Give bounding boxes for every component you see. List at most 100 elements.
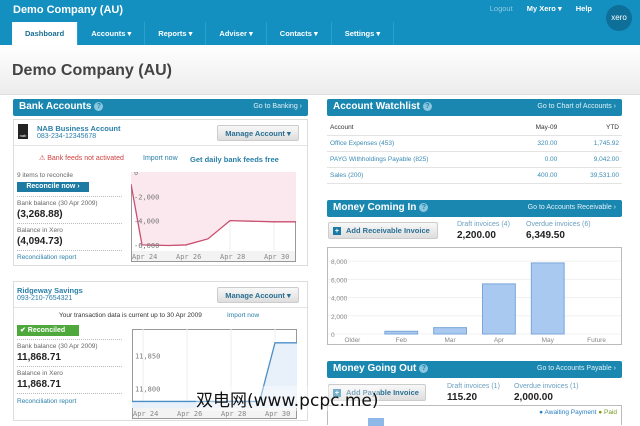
- bank-balance-label: Bank balance (30 Apr 2009): [17, 200, 98, 207]
- account-link[interactable]: PAYG Withholdings Payable (825): [327, 151, 512, 168]
- y-tick-label: 11,850: [135, 352, 160, 360]
- cell: 39,531.00: [560, 167, 622, 184]
- draft-invoices-value: 115.20: [447, 392, 478, 403]
- logout-link[interactable]: Logout: [490, 4, 513, 13]
- y-tick-label: -2,000: [134, 193, 159, 201]
- watchlist-header: Account Watchlist? Go to Chart of Accoun…: [327, 99, 622, 116]
- x-tick-label: May: [542, 337, 555, 344]
- table-row[interactable]: PAYG Withholdings Payable (825) 0.00 9,042…: [327, 151, 622, 168]
- account-name[interactable]: NAB Business Account: [37, 124, 121, 133]
- bar: [433, 327, 467, 335]
- tab-accounts[interactable]: Accounts ▾: [78, 22, 146, 45]
- nab-balance-chart: 0 -2,000 -4,000 -6,000 Apr 24 Apr 26 Apr 28 Apr…: [131, 172, 296, 262]
- reconciliation-report-link[interactable]: Reconciliation report: [17, 398, 76, 405]
- page-title: Demo Company (AU): [12, 62, 173, 79]
- x-tick-label: Apr 24: [132, 253, 157, 261]
- tab-contacts[interactable]: Contacts ▾: [267, 22, 332, 45]
- xero-balance-value: 11,868.71: [17, 379, 61, 390]
- manage-account-button[interactable]: Manage Account ▾: [217, 125, 299, 141]
- org-name[interactable]: Demo Company (AU): [13, 4, 123, 16]
- draft-invoices-value: 2,200.00: [457, 230, 496, 241]
- import-now-link[interactable]: Import now: [227, 312, 259, 319]
- go-to-banking-link[interactable]: Go to Banking ›: [253, 103, 302, 110]
- watermark: 双电网(www.pcpc.me): [196, 386, 379, 411]
- overdue-invoices-label[interactable]: Overdue invoices (6): [526, 221, 591, 228]
- top-bar: Demo Company (AU) Logout My Xero ▾ Help …: [0, 0, 640, 45]
- bar: [482, 283, 516, 335]
- tab-reports[interactable]: Reports ▾: [145, 22, 207, 45]
- nab-logo: nab: [18, 124, 28, 139]
- account-number: 093-210-7654321: [17, 295, 73, 302]
- x-tick-label: Apr 28: [220, 253, 245, 261]
- my-xero-menu[interactable]: My Xero ▾: [527, 4, 562, 13]
- import-now-link[interactable]: Import now: [143, 155, 178, 162]
- bank-balance-label: Bank balance (30 Apr 2009): [17, 343, 98, 350]
- help-icon[interactable]: ?: [419, 364, 429, 373]
- watchlist-table: Account May-09 YTD Office Expenses (453) 32…: [327, 120, 622, 184]
- overdue-invoices-value: 6,349.50: [526, 230, 565, 241]
- bank-balance-value: 11,868.71: [17, 352, 61, 363]
- main-nav: Dashboard Accounts ▾ Reports ▾ Adviser ▾…: [12, 22, 395, 45]
- y-tick-label: -6,000: [134, 242, 159, 250]
- table-row[interactable]: Office Expenses (453) 320.00 1,745.92: [327, 135, 622, 152]
- y-tick-label: -4,000: [134, 218, 159, 226]
- cell: 9,042.00: [560, 151, 622, 168]
- cell: 320.00: [511, 135, 561, 152]
- x-tick-label: Mar: [444, 337, 456, 344]
- watchlist-title: Account Watchlist: [333, 101, 420, 112]
- tab-dashboard[interactable]: Dashboard: [12, 22, 79, 45]
- go-to-chart-of-accounts-link[interactable]: Go to Chart of Accounts ›: [537, 103, 616, 110]
- x-tick-label: Apr 26: [177, 410, 202, 418]
- y-tick-label: 8,000: [331, 259, 348, 266]
- money-in-header: Money Coming In? Go to Accounts Receivab…: [327, 200, 622, 217]
- table-row[interactable]: Sales (200) 400.00 39,531.00: [327, 167, 622, 184]
- x-tick-label: Apr: [494, 337, 505, 344]
- get-bank-feeds-link[interactable]: Get daily bank feeds free: [190, 155, 279, 164]
- reconciliation-report-link[interactable]: Reconciliation report: [17, 254, 76, 261]
- tab-adviser[interactable]: Adviser ▾: [206, 22, 267, 45]
- help-icon[interactable]: ?: [94, 102, 104, 111]
- account-name[interactable]: Ridgeway Savings: [17, 286, 83, 295]
- y-tick-label: 4,000: [331, 296, 348, 303]
- xero-balance-label: Balance in Xero: [17, 227, 63, 234]
- bank-balance-value: (3,268.88): [17, 209, 63, 220]
- col-may: May-09: [511, 120, 561, 136]
- x-tick-label: Apr 24: [133, 410, 158, 418]
- tab-settings[interactable]: Settings ▾: [332, 22, 395, 45]
- draft-invoices-label[interactable]: Draft invoices (4): [457, 221, 510, 228]
- money-out-title: Money Going Out: [333, 363, 417, 374]
- xero-balance-label: Balance in Xero: [17, 370, 63, 377]
- page-header: Demo Company (AU): [0, 45, 640, 95]
- y-tick-label: 11,800: [135, 385, 160, 393]
- cell: 400.00: [511, 167, 561, 184]
- money-in-title: Money Coming In: [333, 202, 417, 213]
- help-link[interactable]: Help: [576, 4, 592, 13]
- table-header-row: Account May-09 YTD: [327, 120, 622, 136]
- cell: 1,745.92: [560, 135, 622, 152]
- x-tick-label: Future: [587, 337, 606, 344]
- manage-account-button[interactable]: Manage Account ▾: [217, 287, 299, 303]
- go-to-payable-link[interactable]: Go to Accounts Payable ›: [537, 365, 616, 372]
- help-icon[interactable]: ?: [419, 203, 429, 212]
- x-tick-label: Apr 30: [264, 253, 289, 261]
- bank-accounts-title: Bank Accounts: [19, 101, 92, 112]
- x-tick-label: Older: [344, 337, 361, 344]
- account-link[interactable]: Office Expenses (453): [327, 135, 512, 152]
- x-tick-label: Apr 26: [176, 253, 201, 261]
- xero-logo[interactable]: xero: [606, 5, 632, 31]
- y-tick-label: 0: [134, 172, 138, 177]
- account-link[interactable]: Sales (200): [327, 167, 512, 184]
- legend-awaiting-payment: ● Awaiting Payment: [539, 409, 597, 416]
- y-tick-label: 6,000: [331, 277, 348, 284]
- overdue-invoices-label[interactable]: Overdue invoices (1): [514, 383, 579, 390]
- overdue-invoices-value: 2,000.00: [514, 392, 553, 403]
- add-receivable-invoice-button[interactable]: + Add Receivable Invoice: [328, 222, 438, 239]
- legend-paid: ● Paid: [598, 409, 617, 416]
- items-to-reconcile: 9 items to reconcile: [17, 172, 73, 179]
- help-icon[interactable]: ?: [422, 102, 432, 111]
- go-to-receivable-link[interactable]: Go to Accounts Receivable ›: [528, 204, 616, 211]
- account-number: 083-234-12345678: [37, 133, 97, 140]
- warning-icon: ⚠: [39, 155, 46, 162]
- reconcile-now-button[interactable]: Reconcile now ›: [17, 182, 89, 192]
- draft-invoices-label[interactable]: Draft invoices (1): [447, 383, 500, 390]
